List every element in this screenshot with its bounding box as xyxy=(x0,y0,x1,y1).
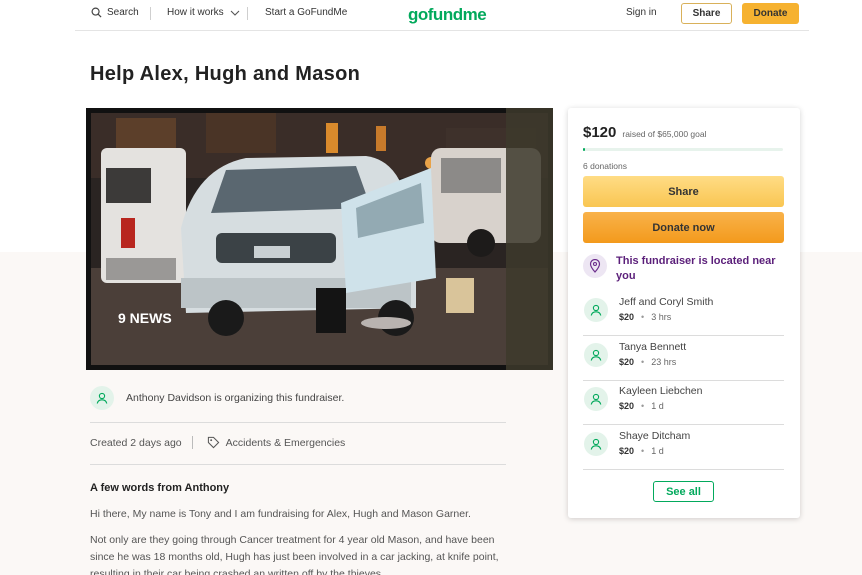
location-text: This fundraiser is located near you xyxy=(616,255,776,282)
donor-name: Jeff and Coryl Smith xyxy=(619,296,714,308)
donations-count: 6 donations xyxy=(583,161,627,171)
separator-dot: • xyxy=(641,357,645,367)
donor-time: 3 hrs xyxy=(651,312,672,322)
search-label: Search xyxy=(107,7,139,18)
location-notice: This fundraiser is located near you xyxy=(583,254,776,284)
donor-amount: $20 xyxy=(619,357,635,367)
story-paragraph: Not only are they going through Cancer t… xyxy=(90,534,499,575)
donation-card: $120 raised of $65,000 goal 6 donations … xyxy=(568,108,800,518)
start-gofundme-link[interactable]: Start a GoFundMe xyxy=(265,7,347,18)
donor-amount: $20 xyxy=(619,446,635,456)
section-divider xyxy=(90,464,506,465)
campaign-hero-image[interactable]: 9 NEWS xyxy=(86,108,553,370)
meta-divider xyxy=(191,436,193,449)
how-it-works-menu[interactable]: How it works xyxy=(167,7,240,18)
user-icon xyxy=(590,349,602,361)
location-pin-badge xyxy=(583,254,607,278)
story-paragraph: Hi there, My name is Tony and I am fundr… xyxy=(90,508,471,520)
share-button[interactable]: Share xyxy=(583,176,784,207)
donor-avatar xyxy=(584,432,608,456)
section-divider xyxy=(90,422,506,423)
organizer-avatar xyxy=(90,386,114,410)
donor-avatar xyxy=(584,343,608,367)
raised-amount: $120 xyxy=(583,124,617,141)
user-icon xyxy=(590,393,602,405)
donate-now-button[interactable]: Donate now xyxy=(583,212,784,243)
separator-dot: • xyxy=(641,401,645,411)
progress-fill xyxy=(583,148,585,151)
campaign-meta: Created 2 days ago Accidents & Emergenci… xyxy=(90,436,345,449)
how-it-works-label: How it works xyxy=(167,7,224,18)
see-all-button[interactable]: See all xyxy=(653,481,714,502)
car-crash-photo: 9 NEWS xyxy=(86,108,553,370)
organizer-text: Anthony Davidson is organizing this fund… xyxy=(126,392,345,404)
goal-text: raised of $65,000 goal xyxy=(622,129,707,139)
donor-time: 1 d xyxy=(651,446,664,456)
sign-in-link[interactable]: Sign in xyxy=(626,7,657,18)
gofundme-logo[interactable]: gofundme xyxy=(408,5,487,25)
nav-divider xyxy=(247,7,248,20)
donor-time: 23 hrs xyxy=(651,357,677,367)
donor-avatar xyxy=(584,387,608,411)
created-date: Created 2 days ago xyxy=(90,436,182,449)
separator-dot: • xyxy=(641,312,645,322)
donor-row: Kayleen Liebchen $20 • 1 d xyxy=(583,380,784,425)
donor-name: Shaye Ditcham xyxy=(619,430,691,442)
top-nav: Search How it works Start a GoFundMe gof… xyxy=(75,0,809,31)
story-text: Hi there, My name is Tony and I am fundr… xyxy=(90,506,510,575)
organizer-row: Anthony Davidson is organizing this fund… xyxy=(90,386,344,410)
campaign-title: Help Alex, Hugh and Mason xyxy=(90,63,361,85)
raised-summary: $120 raised of $65,000 goal xyxy=(583,124,707,141)
donor-avatar xyxy=(584,298,608,322)
donor-row: Tanya Bennett $20 • 23 hrs xyxy=(583,336,784,381)
user-icon xyxy=(590,304,602,316)
separator-dot: • xyxy=(641,446,645,456)
donor-row: Jeff and Coryl Smith $20 • 3 hrs xyxy=(583,291,784,336)
search-link[interactable]: Search xyxy=(91,7,139,18)
progress-bar xyxy=(583,148,783,151)
story-heading: A few words from Anthony xyxy=(90,482,230,494)
donor-amount: $20 xyxy=(619,312,635,322)
news-watermark: 9 NEWS xyxy=(118,310,172,326)
donor-name: Kayleen Liebchen xyxy=(619,385,703,397)
donor-row: Shaye Ditcham $20 • 1 d xyxy=(583,425,784,470)
user-icon xyxy=(590,438,602,450)
nav-divider xyxy=(150,7,151,20)
location-pin-icon xyxy=(589,259,601,273)
donate-button-header[interactable]: Donate xyxy=(742,3,799,24)
category-link[interactable]: Accidents & Emergencies xyxy=(226,437,346,449)
search-icon xyxy=(91,7,102,18)
donor-amount: $20 xyxy=(619,401,635,411)
donor-name: Tanya Bennett xyxy=(619,341,687,353)
chevron-down-icon xyxy=(230,10,240,16)
share-button-header[interactable]: Share xyxy=(681,3,732,24)
donor-time: 1 d xyxy=(651,401,664,411)
user-icon xyxy=(96,392,108,404)
tag-icon xyxy=(207,436,219,449)
